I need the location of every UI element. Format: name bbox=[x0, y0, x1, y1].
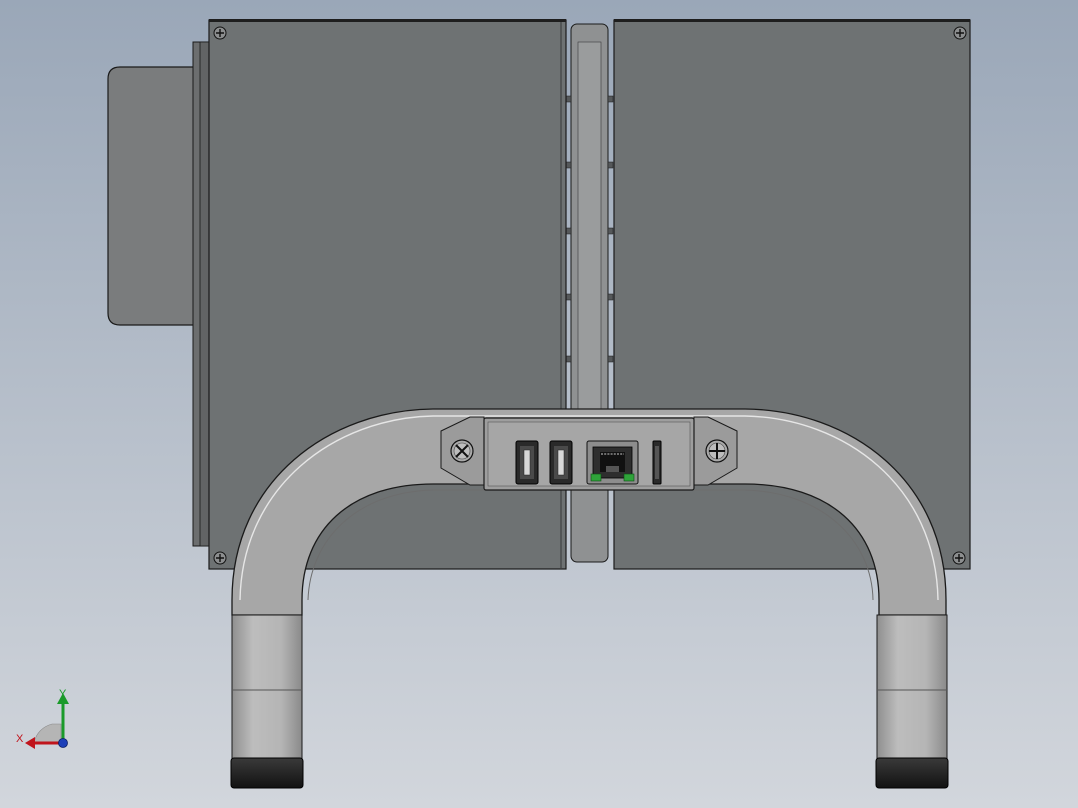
usb-port-1[interactable] bbox=[515, 440, 539, 485]
left-panel-top-edge bbox=[209, 19, 566, 22]
x-axis-label: X bbox=[16, 733, 24, 745]
graphics-viewport[interactable]: X Y bbox=[0, 0, 1078, 808]
right-foot bbox=[875, 757, 949, 789]
right-leg bbox=[876, 614, 948, 761]
ethernet-port[interactable] bbox=[586, 440, 639, 485]
screw-icon bbox=[952, 551, 966, 565]
left-leg bbox=[231, 614, 303, 761]
mount-screw-icon[interactable] bbox=[705, 439, 729, 463]
center-spine-inner bbox=[577, 41, 602, 415]
mount-screw-icon[interactable] bbox=[450, 439, 474, 463]
3d-model-view[interactable] bbox=[0, 0, 1078, 808]
sd-card-slot[interactable] bbox=[652, 440, 662, 485]
x-axis-arrowhead bbox=[25, 737, 35, 749]
left-foot bbox=[230, 757, 304, 789]
screw-icon bbox=[953, 26, 967, 40]
z-axis-dot bbox=[58, 738, 68, 748]
side-block bbox=[107, 66, 197, 326]
screw-icon bbox=[213, 26, 227, 40]
triad-plane bbox=[33, 723, 62, 743]
usb-port-2[interactable] bbox=[549, 440, 573, 485]
orientation-triad bbox=[25, 693, 69, 749]
right-panel-top-edge bbox=[614, 19, 970, 22]
screw-icon bbox=[213, 551, 227, 565]
y-axis-label: Y bbox=[59, 688, 67, 700]
